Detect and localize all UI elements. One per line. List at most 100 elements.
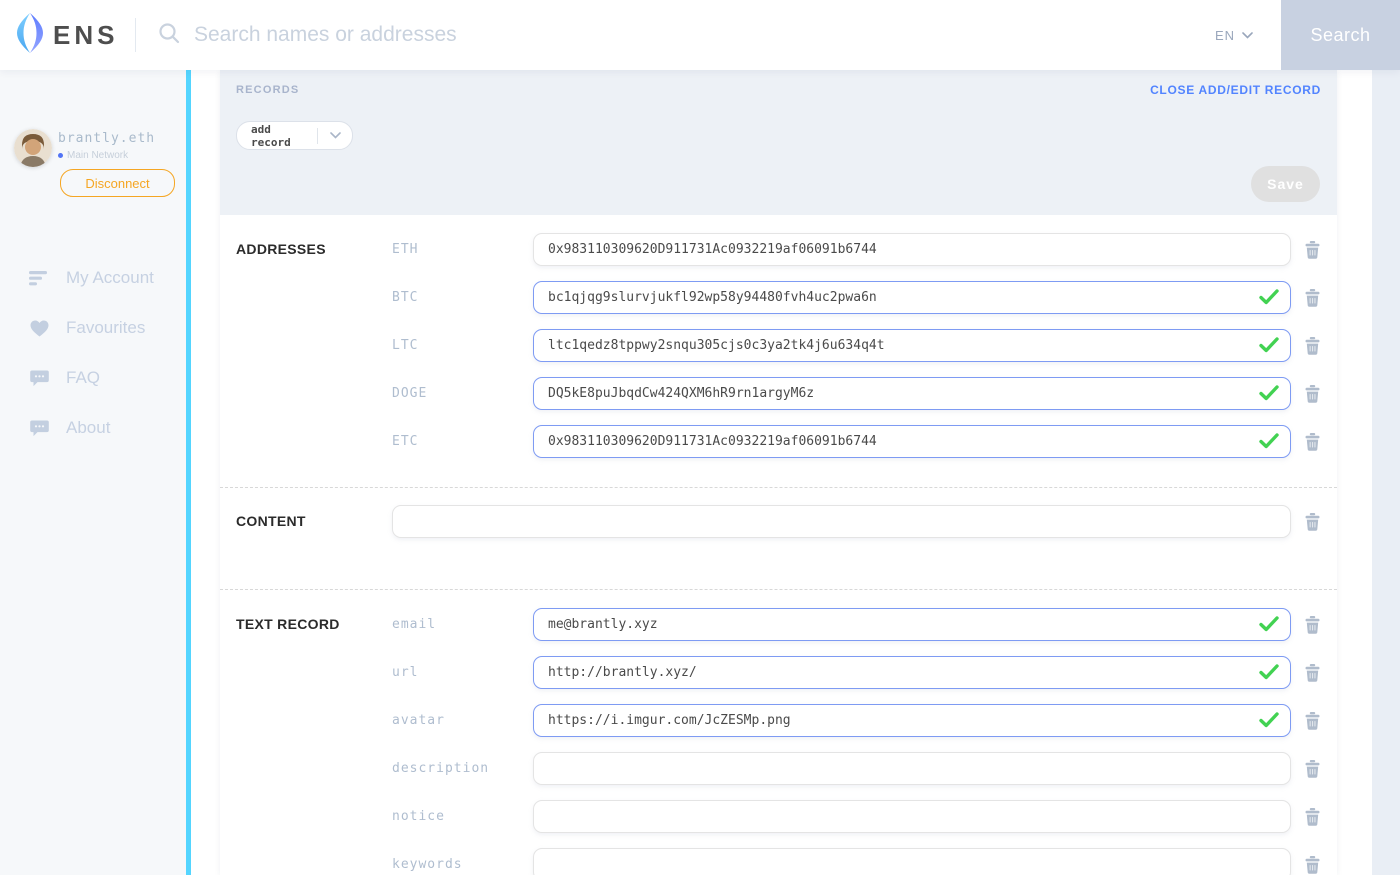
ens-logo-icon <box>16 13 44 58</box>
valid-check-icon <box>1259 337 1279 358</box>
chevron-down-icon <box>318 132 352 139</box>
search-input[interactable] <box>194 23 794 47</box>
record-row: ETH <box>392 233 1337 266</box>
notice-record-input[interactable] <box>533 800 1291 833</box>
trash-icon <box>1305 343 1320 358</box>
valid-check-icon <box>1259 664 1279 685</box>
trash-icon <box>1305 862 1320 875</box>
top-header: ENS EN Search <box>0 0 1400 70</box>
save-button[interactable]: Save <box>1251 166 1320 202</box>
trash-icon <box>1305 670 1320 685</box>
disconnect-button[interactable]: Disconnect <box>60 169 175 197</box>
sidebar-accent-line <box>186 70 191 875</box>
section-text-record: TEXT RECORD emailurlavatardescriptionnot… <box>220 589 1337 875</box>
record-input-wrap <box>533 848 1291 875</box>
record-input-wrap <box>533 752 1291 785</box>
trash-icon <box>1305 247 1320 262</box>
delete-record-button[interactable] <box>1303 758 1322 780</box>
trash-icon <box>1305 519 1320 534</box>
record-row: keywords <box>392 848 1337 875</box>
sidebar-item-about[interactable]: About <box>0 408 186 448</box>
description-record-input[interactable] <box>533 752 1291 785</box>
valid-check-icon <box>1259 712 1279 733</box>
record-input-wrap <box>533 377 1291 410</box>
record-input-wrap <box>533 281 1291 314</box>
records-title: RECORDS <box>236 84 299 96</box>
delete-record-button[interactable] <box>1303 614 1322 636</box>
delete-record-button[interactable] <box>1303 287 1322 309</box>
keywords-record-input[interactable] <box>533 848 1291 875</box>
valid-check-icon <box>1259 385 1279 406</box>
record-key-label: url <box>392 665 533 680</box>
record-key-label: DOGE <box>392 386 533 401</box>
section-addresses: ADDRESSES ETHBTCLTCDOGEETC <box>220 215 1337 487</box>
records-content: ADDRESSES ETHBTCLTCDOGEETC CONTENT TEXT … <box>220 215 1337 875</box>
url-record-input[interactable] <box>533 656 1291 689</box>
delete-record-button[interactable] <box>1303 383 1322 405</box>
record-row: ETC <box>392 425 1337 458</box>
valid-check-icon <box>1259 433 1279 454</box>
list-icon <box>28 271 50 286</box>
record-input-wrap <box>533 704 1291 737</box>
record-row: notice <box>392 800 1337 833</box>
trash-icon <box>1305 766 1320 781</box>
delete-record-button[interactable] <box>1303 431 1322 453</box>
delete-record-button[interactable] <box>1303 239 1322 261</box>
chevron-down-icon <box>1242 26 1253 44</box>
valid-check-icon <box>1259 289 1279 310</box>
section-content: CONTENT <box>220 487 1337 589</box>
btc-record-input[interactable] <box>533 281 1291 314</box>
content-record-input[interactable] <box>392 505 1291 538</box>
avatar-record-input[interactable] <box>533 704 1291 737</box>
add-record-label: add record <box>237 123 317 149</box>
chat-icon <box>28 370 50 387</box>
record-input-wrap <box>533 800 1291 833</box>
delete-record-button[interactable] <box>1303 710 1322 732</box>
record-input-wrap <box>533 608 1291 641</box>
trash-icon <box>1305 622 1320 637</box>
delete-record-button[interactable] <box>1303 854 1322 875</box>
section-title: CONTENT <box>236 505 392 553</box>
record-input-wrap <box>533 425 1291 458</box>
delete-record-button[interactable] <box>1303 335 1322 357</box>
record-row: url <box>392 656 1337 689</box>
sidebar-item-my-account[interactable]: My Account <box>0 258 186 298</box>
sidebar: brantly.eth Main Network Disconnect My A… <box>0 70 186 875</box>
user-name[interactable]: brantly.eth <box>58 131 155 146</box>
record-row: DOGE <box>392 377 1337 410</box>
email-record-input[interactable] <box>533 608 1291 641</box>
ens-logo[interactable]: ENS <box>0 13 135 58</box>
delete-record-button[interactable] <box>1303 511 1322 533</box>
section-title: ADDRESSES <box>236 233 392 473</box>
sidebar-item-favourites[interactable]: Favourites <box>0 308 186 348</box>
language-selector[interactable]: EN <box>1215 26 1253 44</box>
eth-record-input[interactable] <box>533 233 1291 266</box>
delete-record-button[interactable] <box>1303 806 1322 828</box>
chat-icon <box>28 420 50 437</box>
ens-manager-page: ENS EN Search <box>0 0 1400 875</box>
valid-check-icon <box>1259 616 1279 637</box>
record-row: description <box>392 752 1337 785</box>
record-row <box>392 505 1337 538</box>
sidebar-item-label: My Account <box>66 268 154 288</box>
header-divider <box>135 18 136 52</box>
sidebar-item-label: Favourites <box>66 318 145 338</box>
sidebar-item-faq[interactable]: FAQ <box>0 358 186 398</box>
record-input-wrap <box>392 505 1291 538</box>
language-code: EN <box>1215 28 1235 43</box>
trash-icon <box>1305 718 1320 733</box>
etc-record-input[interactable] <box>533 425 1291 458</box>
record-key-label: notice <box>392 809 533 824</box>
sidebar-item-label: About <box>66 418 110 438</box>
main-panel: RECORDS CLOSE ADD/EDIT RECORD add record… <box>220 70 1337 875</box>
close-add-edit-record-link[interactable]: CLOSE ADD/EDIT RECORD <box>1150 83 1321 97</box>
right-background-strip <box>1372 70 1400 875</box>
header-search <box>158 22 1215 49</box>
ltc-record-input[interactable] <box>533 329 1291 362</box>
search-button[interactable]: Search <box>1281 0 1400 70</box>
section-title: TEXT RECORD <box>236 608 392 875</box>
record-input-wrap <box>533 656 1291 689</box>
doge-record-input[interactable] <box>533 377 1291 410</box>
add-record-dropdown[interactable]: add record <box>236 121 353 150</box>
delete-record-button[interactable] <box>1303 662 1322 684</box>
